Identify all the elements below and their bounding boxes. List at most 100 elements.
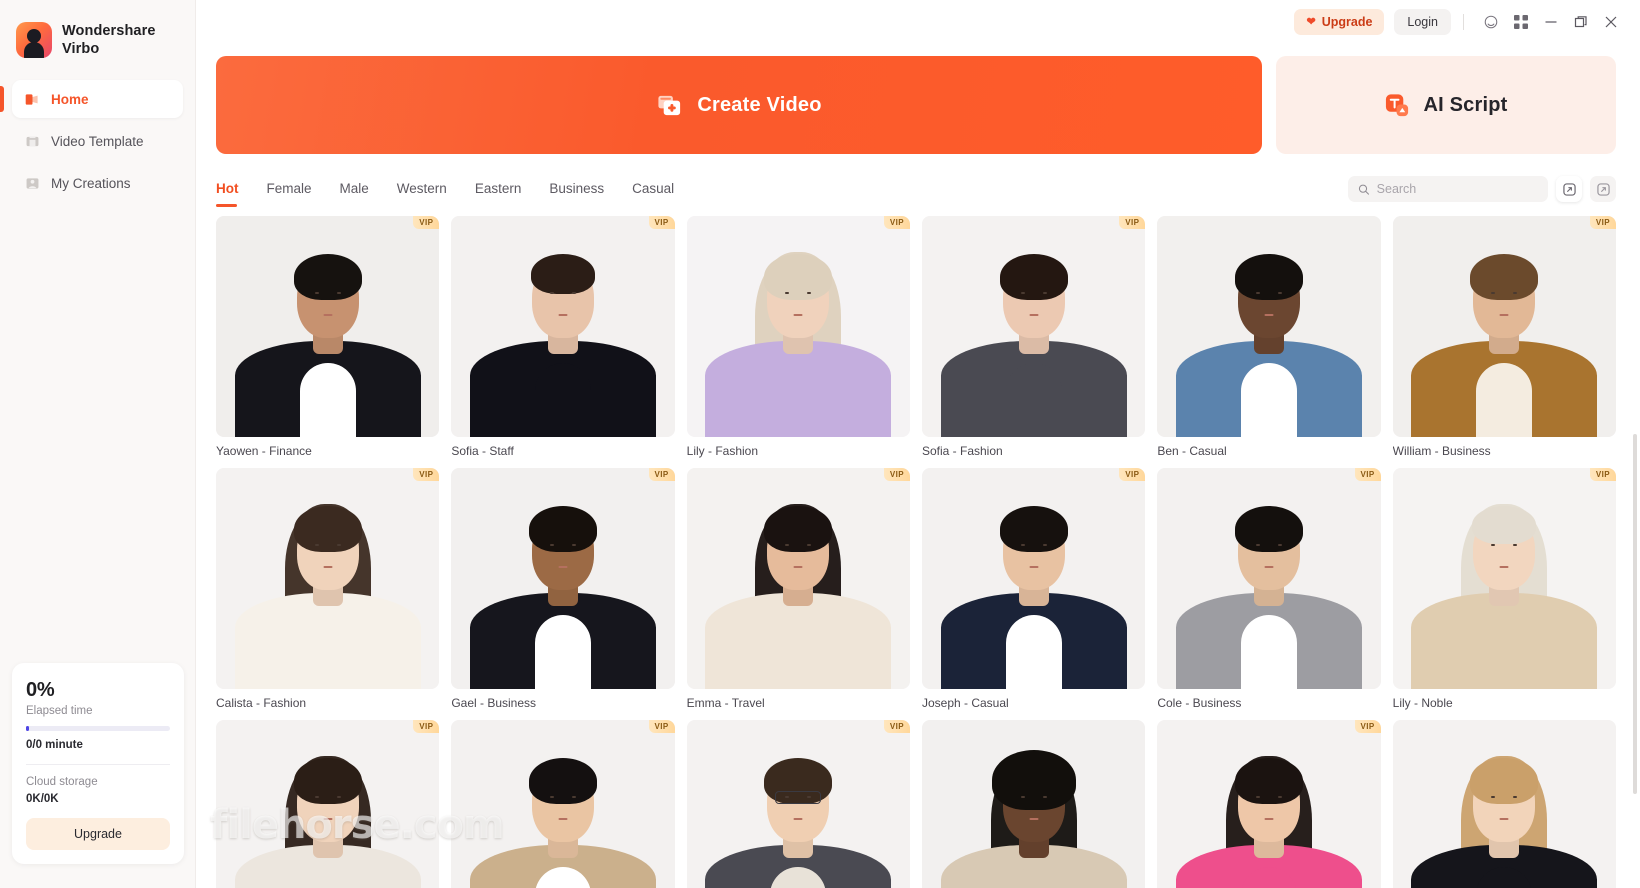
avatar-mouth [323, 314, 333, 316]
upgrade-button[interactable]: ❤ Upgrade [1294, 9, 1385, 35]
tab-hot[interactable]: Hot [216, 178, 253, 207]
avatar-card[interactable]: VIP Joseph - Casual [921, 468, 1146, 710]
tab-male[interactable]: Male [326, 178, 383, 200]
avatar-thumbnail[interactable]: VIP [1157, 468, 1381, 689]
close-icon[interactable] [1596, 9, 1626, 35]
brand: Wondershare Virbo [0, 0, 195, 59]
avatar-thumbnail[interactable]: VIP [1392, 216, 1616, 437]
avatar-card[interactable]: VIP Gael - Business [451, 468, 675, 710]
avatar-inner-garment [534, 615, 591, 689]
avatar-card[interactable]: VIP Cole - Business [1157, 468, 1381, 710]
main-area: ❤ Upgrade Login Create Video AI Script H… [196, 0, 1640, 888]
avatar-thumbnail[interactable]: VIP [921, 216, 1146, 437]
avatar-eye-right [1042, 544, 1047, 546]
avatar-card[interactable]: VIP [1157, 720, 1381, 888]
login-button[interactable]: Login [1394, 9, 1451, 35]
avatar-inner-garment [534, 363, 591, 437]
avatar-card[interactable]: VIP Calista - Fashion [216, 468, 440, 710]
avatar-grid: VIP Yaowen - Finance VIP Sofia - Staff VIP Li… [216, 216, 1616, 888]
tab-female[interactable]: Female [253, 178, 326, 200]
vip-badge: VIP [648, 468, 675, 481]
grid-apps-icon[interactable] [1506, 9, 1536, 35]
avatar-inner-garment [770, 615, 827, 689]
sidebar-nav: Home Video Template My Creations [0, 80, 195, 202]
avatar-hair [991, 750, 1076, 810]
avatar-hair [1472, 506, 1537, 544]
avatar-thumbnail[interactable]: VIP [1392, 468, 1616, 689]
avatar-card[interactable]: VIP [451, 720, 675, 888]
tab-business[interactable]: Business [535, 178, 618, 200]
avatar-thumbnail[interactable]: VIP [216, 720, 440, 888]
avatar-card[interactable] [921, 720, 1146, 888]
avatar-thumbnail[interactable]: VIP [686, 468, 910, 689]
avatar-hair [528, 758, 597, 804]
avatar-thumbnail[interactable] [1392, 720, 1616, 888]
avatar-name: Calista - Fashion [216, 696, 307, 710]
search-input[interactable] [1376, 182, 1538, 196]
avatar-eye-right [1042, 292, 1047, 294]
avatar-name: Ben - Casual [1157, 444, 1227, 458]
avatar-thumbnail[interactable]: VIP [216, 216, 440, 437]
avatar-thumbnail[interactable] [1157, 216, 1381, 437]
avatar-thumbnail[interactable]: VIP [451, 720, 675, 888]
avatar-card[interactable]: VIP [686, 720, 910, 888]
avatar-mouth [323, 566, 333, 568]
sidebar-item-home[interactable]: Home [0, 80, 183, 119]
sidebar-item-my-creations[interactable]: My Creations [12, 164, 183, 202]
sidebar-upgrade-button[interactable]: Upgrade [26, 818, 170, 850]
cloud-storage-label: Cloud storage [26, 776, 98, 788]
avatar-card[interactable]: VIP Lily - Fashion [686, 216, 910, 458]
minimize-icon[interactable] [1536, 9, 1566, 35]
avatar-card[interactable]: VIP Emma - Travel [686, 468, 910, 710]
user-circle-icon[interactable] [1476, 9, 1506, 35]
avatar-hair [1470, 758, 1539, 804]
avatar-hair [1234, 506, 1303, 552]
avatar-card[interactable]: VIP Yaowen - Finance [216, 216, 440, 458]
tab-eastern[interactable]: Eastern [461, 178, 536, 200]
avatar-card[interactable]: VIP [216, 720, 440, 888]
avatar-thumbnail[interactable]: VIP [451, 216, 675, 437]
avatar-inner-garment [1005, 363, 1062, 437]
search-box[interactable] [1348, 176, 1548, 202]
tab-western[interactable]: Western [383, 178, 461, 200]
vip-badge: VIP [648, 720, 675, 733]
avatar-hair [1470, 254, 1539, 300]
sidebar-item-video-template[interactable]: Video Template [12, 122, 183, 160]
avatar-thumbnail[interactable]: VIP [216, 468, 440, 689]
create-video-button[interactable]: Create Video [216, 56, 1262, 154]
avatar-thumbnail[interactable]: VIP [1157, 720, 1381, 888]
maximize-icon[interactable] [1566, 9, 1596, 35]
avatar-name: Sofia - Staff [451, 444, 514, 458]
upgrade-button-label: Upgrade [1321, 15, 1373, 29]
avatar-card[interactable]: VIP William - Business [1392, 216, 1616, 458]
create-video-icon [658, 95, 681, 115]
avatar-thumbnail[interactable]: VIP [921, 468, 1146, 689]
vip-badge: VIP [1354, 720, 1381, 733]
avatar-eye-right [1277, 796, 1282, 798]
ai-script-button[interactable]: AI Script [1276, 56, 1616, 154]
avatar-mouth [793, 818, 803, 820]
avatar-thumbnail[interactable]: VIP [686, 720, 910, 888]
avatar-hair [999, 254, 1068, 300]
heart-icon: ❤ [1306, 15, 1316, 28]
custom-avatar-icon[interactable] [1590, 176, 1616, 202]
avatar-card[interactable] [1392, 720, 1616, 888]
avatar-mouth [793, 566, 803, 568]
avatar-eye-left [1020, 544, 1025, 546]
avatar-card[interactable]: Ben - Casual [1157, 216, 1381, 458]
avatar-thumbnail[interactable]: VIP [451, 468, 675, 689]
avatar-name: Cole - Business [1157, 696, 1242, 710]
avatar-eye-right [807, 292, 812, 294]
avatar-thumbnail[interactable]: VIP [686, 216, 910, 437]
avatar-card[interactable]: VIP Lily - Noble [1392, 468, 1616, 710]
avatar-card[interactable]: VIP Sofia - Fashion [921, 216, 1146, 458]
avatar-thumbnail[interactable] [921, 720, 1146, 888]
create-video-label: Create Video [697, 93, 822, 116]
tab-casual[interactable]: Casual [618, 178, 688, 200]
avatar-eye-left [314, 796, 319, 798]
avatar-name: Lily - Noble [1392, 696, 1453, 710]
avatar-card[interactable]: VIP Sofia - Staff [451, 216, 675, 458]
expand-avatar-icon[interactable] [1556, 176, 1582, 202]
brand-line-1: Wondershare [62, 23, 156, 39]
vertical-scrollbar[interactable] [1633, 434, 1637, 794]
